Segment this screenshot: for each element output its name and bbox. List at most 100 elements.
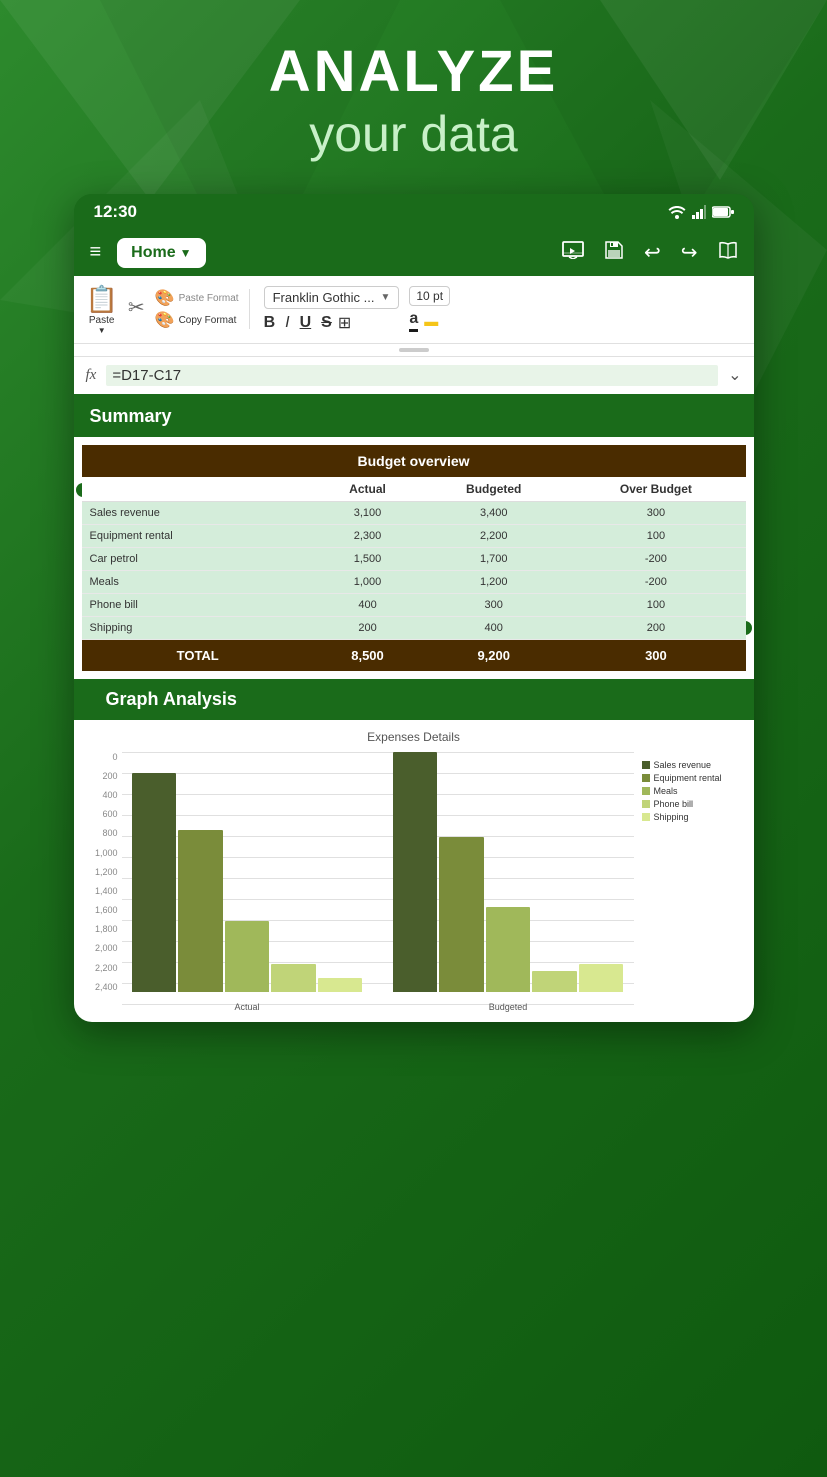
row-budgeted: 1,700: [421, 547, 566, 570]
chart-body: 2,4002,2002,0001,8001,6001,4001,2001,000…: [84, 752, 634, 1012]
font-size-group: 10 pt a ▬: [409, 286, 450, 332]
row-label: Car petrol: [82, 547, 314, 570]
font-name-arrow: ▼: [380, 292, 390, 303]
strikethrough-button[interactable]: S: [321, 314, 332, 332]
y-axis: 2,4002,2002,0001,8001,6001,4001,2001,000…: [84, 752, 122, 992]
row-budgeted: 1,200: [421, 570, 566, 593]
legend-label: Shipping: [654, 812, 689, 822]
home-button-label: Home: [131, 244, 175, 262]
col-header-blank: [82, 477, 314, 502]
paste-format-button[interactable]: 🎨 Paste Format: [155, 288, 239, 308]
row-over: 100: [566, 524, 745, 547]
font-name-dropdown[interactable]: Franklin Gothic ... ▼: [264, 286, 400, 309]
copy-format-button[interactable]: 🎨 Copy Format: [155, 310, 239, 330]
chart-bar: [178, 830, 223, 992]
chart-bar: [271, 964, 316, 992]
cut-button[interactable]: ✂: [128, 295, 145, 320]
row-budgeted: 300: [421, 593, 566, 616]
app-container: 12:30 ≡ Home: [74, 194, 754, 1022]
row-label: Sales revenue: [82, 501, 314, 524]
paste-button[interactable]: 📋 Paste ▼: [86, 284, 118, 335]
row-label: Meals: [82, 570, 314, 593]
row-budgeted: 400: [421, 616, 566, 639]
bold-button[interactable]: B: [264, 314, 276, 332]
chart-bar: [225, 921, 270, 992]
chart-bar: [439, 837, 484, 992]
y-axis-label: 0: [84, 752, 122, 762]
table-button[interactable]: ⊞: [338, 313, 351, 333]
fx-label: fx: [86, 367, 97, 384]
total-actual: 8,500: [314, 639, 421, 671]
present-icon[interactable]: [562, 241, 584, 265]
row-over: 100: [566, 593, 745, 616]
toolbar-right-icons: ↩ ↪: [562, 240, 738, 266]
col-header-actual: Actual: [314, 477, 421, 502]
font-format-row: B I U S ⊞: [264, 313, 400, 333]
row-actual: 200: [314, 616, 421, 639]
budget-table-title: Budget overview: [82, 445, 746, 477]
book-icon[interactable]: [718, 241, 738, 265]
graph-title: Graph Analysis: [90, 679, 253, 719]
legend-item: Shipping: [642, 812, 736, 822]
copy-format-icon: 🎨: [155, 310, 175, 330]
total-label: TOTAL: [82, 639, 314, 671]
row-over: 200: [566, 616, 745, 639]
x-axis-label: Budgeted: [393, 1002, 624, 1012]
font-size-input[interactable]: 10 pt: [409, 286, 450, 306]
chart-bar: [393, 752, 438, 992]
battery-icon: [712, 206, 734, 218]
legend-label: Sales revenue: [654, 760, 712, 770]
bar-group: [132, 773, 363, 992]
home-dropdown-arrow: ▼: [180, 246, 192, 260]
highlight-button[interactable]: ▬: [424, 313, 438, 329]
total-budgeted: 9,200: [421, 639, 566, 671]
undo-icon[interactable]: ↩: [644, 240, 661, 265]
total-over: 300: [566, 639, 745, 671]
home-button[interactable]: Home ▼: [117, 238, 205, 268]
row-budgeted: 3,400: [421, 501, 566, 524]
chart-bar: [579, 964, 624, 992]
redo-icon[interactable]: ↪: [681, 240, 698, 265]
chart-bar: [132, 773, 177, 992]
formula-input[interactable]: =D17-C17: [106, 365, 718, 386]
underline-button[interactable]: U: [300, 314, 312, 332]
header-title: ANALYZE: [269, 40, 559, 104]
row-actual: 1,500: [314, 547, 421, 570]
budget-table-container: Budget overview Actual Budgeted Over Bud…: [74, 437, 754, 679]
row-label: Phone bill: [82, 593, 314, 616]
cut-icon: ✂: [128, 297, 145, 319]
y-axis-label: 1,600: [84, 905, 122, 915]
paste-format-icon: 🎨: [155, 288, 175, 308]
x-labels: ActualBudgeted: [122, 1002, 634, 1012]
italic-button[interactable]: I: [285, 314, 289, 332]
total-row: TOTAL 8,500 9,200 300: [82, 639, 746, 671]
save-icon[interactable]: [604, 240, 624, 266]
row-over: -200: [566, 570, 745, 593]
font-color-button[interactable]: a: [409, 310, 418, 332]
paste-arrow: ▼: [98, 326, 106, 335]
ribbon: 📋 Paste ▼ ✂ 🎨 Paste Format 🎨 Copy Format…: [74, 276, 754, 344]
legend-color: [642, 761, 650, 769]
table-row: Sales revenue 3,100 3,400 300: [82, 501, 746, 524]
toolbar-top: ≡ Home ▼ ↩: [74, 230, 754, 276]
legend-color: [642, 787, 650, 795]
legend-color: [642, 813, 650, 821]
formula-expand-button[interactable]: ⌄: [728, 365, 741, 385]
copy-format-label: Copy Format: [179, 315, 237, 326]
paste-icon: 📋: [86, 284, 118, 315]
hamburger-menu[interactable]: ≡: [90, 241, 102, 264]
table-row: Equipment rental 2,300 2,200 100: [82, 524, 746, 547]
y-axis-label: 400: [84, 790, 122, 800]
paste-label: Paste: [89, 315, 115, 326]
table-row: Phone bill 400 300 100: [82, 593, 746, 616]
bar-group: [393, 752, 624, 992]
y-axis-label: 200: [84, 771, 122, 781]
scroll-dot: [399, 348, 429, 352]
chart-plot: ActualBudgeted: [122, 752, 634, 1012]
chart-bar: [532, 971, 577, 992]
paste-format-label: Paste Format: [179, 293, 239, 304]
legend-label: Meals: [654, 786, 678, 796]
y-axis-label: 1,400: [84, 886, 122, 896]
summary-section-header: Summary: [74, 396, 754, 437]
chart-legend: Sales revenue Equipment rental Meals Pho…: [634, 752, 744, 833]
